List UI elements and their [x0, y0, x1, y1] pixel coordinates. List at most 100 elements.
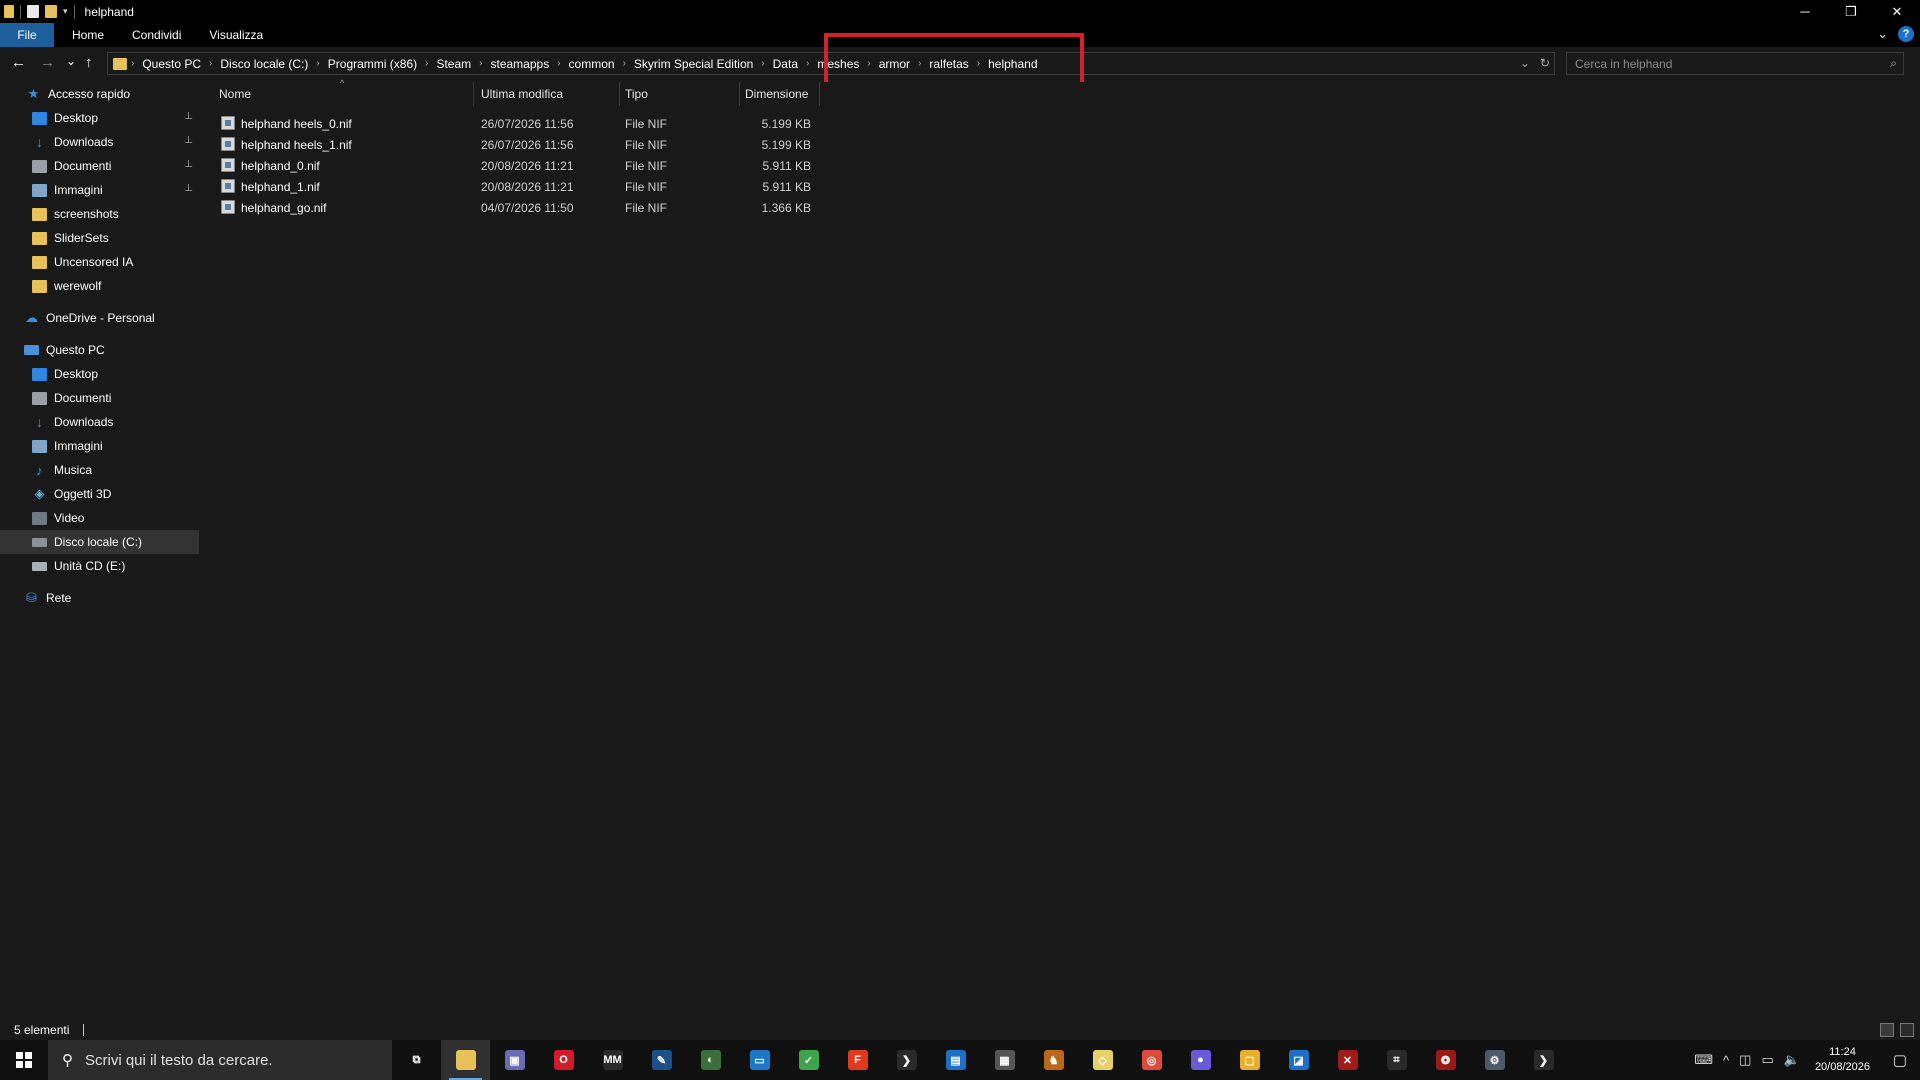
- pin-icon[interactable]: ⊥: [184, 183, 193, 194]
- chevron-down-icon[interactable]: ⌄: [1877, 26, 1888, 42]
- taskbar-app-button[interactable]: ❯: [1519, 1040, 1568, 1080]
- breadcrumb-separator[interactable]: ›: [557, 58, 560, 69]
- breadcrumb-separator[interactable]: ›: [479, 58, 482, 69]
- address-dropdown-icon[interactable]: ⌄: [1520, 56, 1530, 70]
- sidebar-item-cd-drive[interactable]: Unità CD (E:): [0, 554, 199, 578]
- breadcrumb-separator[interactable]: ›: [806, 58, 809, 69]
- sidebar-item-music[interactable]: ♪ Musica: [0, 458, 199, 482]
- breadcrumb-separator[interactable]: ›: [623, 58, 626, 69]
- search-icon[interactable]: ⌕: [1890, 56, 1897, 71]
- taskbar-app-button[interactable]: [441, 1040, 490, 1080]
- breadcrumb-item[interactable]: Steam: [436, 57, 471, 71]
- breadcrumb-separator[interactable]: ›: [761, 58, 764, 69]
- taskbar-app-button[interactable]: F: [833, 1040, 882, 1080]
- sidebar-item-werewolf[interactable]: werewolf: [0, 274, 199, 298]
- sidebar-item-screenshots[interactable]: screenshots: [0, 202, 199, 226]
- breadcrumb-item[interactable]: Skyrim Special Edition: [634, 57, 753, 71]
- sidebar-item-pc-desktop[interactable]: Desktop: [0, 362, 199, 386]
- minimize-button[interactable]: ─: [1782, 0, 1828, 23]
- taskbar-app-button[interactable]: MM: [588, 1040, 637, 1080]
- back-arrow-icon[interactable]: ←: [11, 55, 26, 71]
- tab-home[interactable]: Home: [54, 23, 118, 47]
- file-row[interactable]: helphand_0.nif 20/08/2026 11:21 File NIF…: [200, 155, 820, 176]
- taskbar-app-button[interactable]: ❯: [882, 1040, 931, 1080]
- up-arrow-icon[interactable]: ↑: [85, 55, 93, 71]
- sidebar-item-pc-pictures[interactable]: Immagini: [0, 434, 199, 458]
- taskbar-app-button[interactable]: ●: [1176, 1040, 1225, 1080]
- taskbar-app-button[interactable]: ✎: [637, 1040, 686, 1080]
- pin-icon[interactable]: ⊥: [184, 135, 193, 146]
- column-header-type[interactable]: Tipo: [625, 82, 648, 106]
- sidebar-item-3d-objects[interactable]: ◈ Oggetti 3D: [0, 482, 199, 506]
- forward-arrow-icon[interactable]: →: [40, 55, 55, 71]
- restore-button[interactable]: ❐: [1828, 0, 1874, 23]
- sidebar-item-onedrive[interactable]: ☁ OneDrive - Personal: [0, 306, 199, 330]
- taskbar-app-button[interactable]: ✓: [784, 1040, 833, 1080]
- sidebar-item-local-disk[interactable]: Disco locale (C:): [0, 530, 199, 554]
- breadcrumb-item[interactable]: steamapps: [491, 57, 550, 71]
- column-divider[interactable]: [739, 82, 740, 106]
- search-input[interactable]: Cerca in helphand ⌕: [1566, 52, 1904, 75]
- taskbar-app-button[interactable]: ▭: [735, 1040, 784, 1080]
- sidebar-item-uncensored-ia[interactable]: Uncensored IA: [0, 250, 199, 274]
- sidebar-item-pc-documents[interactable]: Documenti: [0, 386, 199, 410]
- properties-icon[interactable]: [27, 5, 39, 18]
- tab-file[interactable]: File: [0, 23, 54, 47]
- sidebar-item-desktop[interactable]: Desktop ⊥: [0, 106, 199, 130]
- file-row[interactable]: helphand_1.nif 20/08/2026 11:21 File NIF…: [200, 176, 820, 197]
- sidebar-item-documents[interactable]: Documenti ⊥: [0, 154, 199, 178]
- taskbar-app-button[interactable]: O: [539, 1040, 588, 1080]
- recent-locations-icon[interactable]: ⌄: [66, 53, 76, 69]
- sidebar-item-pc-downloads[interactable]: ↓ Downloads: [0, 410, 199, 434]
- taskbar-app-button[interactable]: ◎: [1127, 1040, 1176, 1080]
- file-row[interactable]: helphand heels_1.nif 26/07/2026 11:56 Fi…: [200, 134, 820, 155]
- pin-icon[interactable]: ⊥: [184, 111, 193, 122]
- column-divider[interactable]: [819, 82, 820, 106]
- sidebar-item-slidersets[interactable]: SliderSets: [0, 226, 199, 250]
- breadcrumb-item[interactable]: Disco locale (C:): [220, 57, 308, 71]
- file-row[interactable]: helphand heels_0.nif 26/07/2026 11:56 Fi…: [200, 113, 820, 134]
- sidebar-item-downloads[interactable]: ↓ Downloads ⊥: [0, 130, 199, 154]
- close-button[interactable]: ✕: [1874, 0, 1920, 23]
- taskbar-app-button[interactable]: ▢: [1225, 1040, 1274, 1080]
- volume-icon[interactable]: 🔈: [1779, 1052, 1805, 1068]
- sidebar-item-quick-access[interactable]: ★ Accesso rapido: [0, 82, 199, 106]
- start-button[interactable]: [0, 1040, 48, 1080]
- breadcrumb-separator[interactable]: ›: [209, 58, 212, 69]
- customize-toolbar-icon[interactable]: ▾: [63, 6, 68, 17]
- column-divider[interactable]: [473, 82, 474, 106]
- taskbar-app-button[interactable]: ♞: [1029, 1040, 1078, 1080]
- refresh-icon[interactable]: ↻: [1540, 56, 1550, 70]
- meet-now-icon[interactable]: ◫: [1734, 1052, 1756, 1068]
- sidebar-item-network[interactable]: ⛁ Rete: [0, 586, 199, 610]
- column-header-name[interactable]: Nome: [219, 82, 251, 106]
- taskbar-search-box[interactable]: ⚲ Scrivi qui il testo da cercare.: [48, 1040, 392, 1080]
- keyboard-icon[interactable]: ⌨: [1689, 1052, 1718, 1068]
- tab-share[interactable]: Condividi: [118, 23, 195, 47]
- taskbar-app-button[interactable]: ▦: [980, 1040, 1029, 1080]
- taskbar-app-button[interactable]: ▤: [931, 1040, 980, 1080]
- taskbar-app-button[interactable]: ✕: [1323, 1040, 1372, 1080]
- breadcrumb-item[interactable]: common: [569, 57, 615, 71]
- taskbar-app-button[interactable]: ⌗: [1372, 1040, 1421, 1080]
- network-tray-icon[interactable]: ▭: [1756, 1052, 1778, 1068]
- taskbar-app-button[interactable]: ❂: [1421, 1040, 1470, 1080]
- breadcrumb-item[interactable]: Programmi (x86): [328, 57, 417, 71]
- breadcrumb-separator[interactable]: ›: [316, 58, 319, 69]
- file-row[interactable]: helphand_go.nif 04/07/2026 11:50 File NI…: [200, 197, 820, 218]
- pin-icon[interactable]: ⊥: [184, 159, 193, 170]
- column-header-modified[interactable]: Ultima modifica: [481, 82, 563, 106]
- sidebar-item-pictures[interactable]: Immagini ⊥: [0, 178, 199, 202]
- breadcrumb-separator[interactable]: ›: [425, 58, 428, 69]
- large-icons-view-icon[interactable]: [1900, 1023, 1914, 1037]
- taskbar-app-button[interactable]: ⧉: [392, 1040, 441, 1080]
- column-header-size[interactable]: Dimensione: [745, 82, 808, 106]
- taskbar-app-button[interactable]: ◪: [1274, 1040, 1323, 1080]
- column-divider[interactable]: [619, 82, 620, 106]
- taskbar-app-button[interactable]: ⚙: [1470, 1040, 1519, 1080]
- notification-icon[interactable]: ▢: [1880, 1040, 1920, 1080]
- taskbar-app-button[interactable]: ▣: [490, 1040, 539, 1080]
- breadcrumb-item[interactable]: Questo PC: [142, 57, 201, 71]
- help-icon[interactable]: ?: [1898, 26, 1914, 42]
- sidebar-item-video[interactable]: Video: [0, 506, 199, 530]
